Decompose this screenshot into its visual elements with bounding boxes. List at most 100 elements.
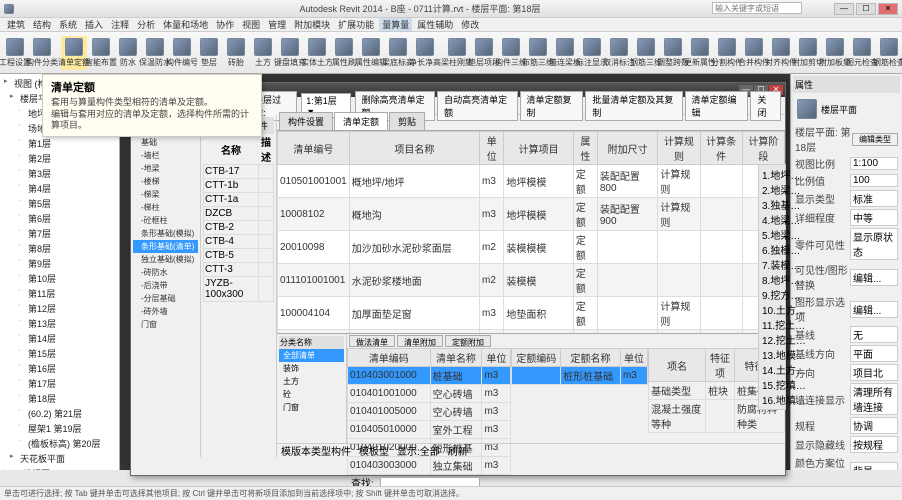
footer-item[interactable]: 模版本类型构件: [281, 443, 351, 458]
tab[interactable]: 构件设置: [279, 112, 333, 130]
ribbon-button[interactable]: 图元检查: [849, 36, 875, 70]
type-item[interactable]: -梯柱: [133, 201, 198, 214]
grid-row[interactable]: 100004104加厚面垫足窗m3地垫面积定额计算规则: [278, 297, 785, 330]
grid-row[interactable]: 010401005000空心砖墙m3: [348, 403, 511, 421]
stage-item[interactable]: 3.独基…: [761, 197, 783, 212]
stage-item[interactable]: 2.地梁…: [761, 182, 783, 197]
menu-tab[interactable]: 协作: [213, 18, 237, 31]
menu-tab[interactable]: 系统: [56, 18, 80, 31]
tree-node[interactable]: 第16层: [2, 361, 117, 376]
grid-row[interactable]: 010403001000桩基础m3: [348, 367, 511, 385]
ribbon-button[interactable]: 构件编号: [169, 36, 195, 70]
tree-node[interactable]: 第2层: [2, 151, 117, 166]
sub-tab[interactable]: 定额附加: [445, 335, 491, 347]
menu-tab[interactable]: 量算量: [379, 18, 412, 31]
ribbon-button[interactable]: 净长净高: [412, 36, 438, 70]
menu-tab[interactable]: 视图: [239, 18, 263, 31]
list-row[interactable]: JYZB-100x300: [204, 277, 274, 302]
type-item[interactable]: 门窗: [133, 318, 198, 331]
ribbon-button[interactable]: 钢筋三维: [633, 36, 659, 70]
category-item[interactable]: 砼: [279, 388, 344, 401]
grid-row[interactable]: 20010098加沙加砂水泥砂浆面层m2装模模模定额: [278, 231, 785, 264]
tree-node[interactable]: 第5层: [2, 196, 117, 211]
grid-row[interactable]: 011101001001水泥砂浆楼地面m2装模模定额: [278, 264, 785, 297]
ribbon-button[interactable]: 防水: [115, 36, 141, 70]
property-row[interactable]: 方向项目北: [793, 363, 900, 382]
type-item[interactable]: -墙栏: [133, 149, 198, 162]
property-row[interactable]: 墙连接显示清理所有墙连接: [793, 382, 900, 416]
property-row[interactable]: 显示隐藏线按规程: [793, 435, 900, 454]
stage-item[interactable]: 12.挖土…: [761, 332, 783, 347]
stage-item[interactable]: 13.地模…: [761, 347, 783, 362]
ribbon-button[interactable]: 钢筋检查: [876, 36, 902, 70]
stage-item[interactable]: 11.挖土…: [761, 317, 783, 332]
ribbon-button[interactable]: 附加剪切: [795, 36, 821, 70]
property-row[interactable]: 视图比例1:100: [793, 155, 900, 172]
tree-node[interactable]: 第6层: [2, 211, 117, 226]
ribbon-button[interactable]: 清单定额: [61, 36, 87, 70]
tab[interactable]: 清单定额: [334, 112, 388, 130]
menu-tab[interactable]: 体量和场地: [160, 18, 211, 31]
ribbon-button[interactable]: 保温防水: [142, 36, 168, 70]
ribbon-button[interactable]: 标注显示: [579, 36, 605, 70]
ribbon-button[interactable]: 对齐构件: [768, 36, 794, 70]
ribbon-button[interactable]: 键盘填充: [277, 36, 303, 70]
tree-node[interactable]: 第1层: [2, 136, 117, 151]
type-item[interactable]: 条形基础(清单): [133, 240, 198, 253]
menu-tab[interactable]: 管理: [265, 18, 289, 31]
category-panel[interactable]: 分类名称全部清单装饰土方砼门窗: [277, 334, 347, 443]
type-item[interactable]: -楼梯: [133, 175, 198, 188]
ribbon-button[interactable]: 土方: [250, 36, 276, 70]
type-item[interactable]: 独立基础(模拟): [133, 253, 198, 266]
stage-item[interactable]: 15.挖填…: [761, 377, 783, 392]
tree-node[interactable]: 屋架1 第19层: [2, 421, 117, 436]
menu-tab[interactable]: 附加模块: [291, 18, 333, 31]
category-item[interactable]: 门窗: [279, 401, 344, 414]
ribbon-button[interactable]: 合并构件: [741, 36, 767, 70]
property-row[interactable]: 详细程度中等: [793, 208, 900, 227]
ribbon-button[interactable]: 梁底标高: [385, 36, 411, 70]
stage-item[interactable]: 16.地填…: [761, 392, 783, 407]
minimize-button[interactable]: —: [834, 3, 854, 15]
ribbon-button[interactable]: 垫层项段: [471, 36, 497, 70]
menu-tab[interactable]: 插入: [82, 18, 106, 31]
type-item[interactable]: -后浇带: [133, 279, 198, 292]
property-row[interactable]: 可见性/图形替换编辑...: [793, 261, 900, 293]
property-row[interactable]: 零件可见性显示原状态: [793, 227, 900, 261]
category-item[interactable]: 装饰: [279, 362, 344, 375]
menu-tab[interactable]: 建筑: [4, 18, 28, 31]
menu-tab[interactable]: 扩展功能: [335, 18, 377, 31]
tree-node[interactable]: 天花板平面: [2, 451, 117, 466]
main-grid[interactable]: 清单编号项目名称单位计算项目属性附加尺寸计算规则计算条件计算阶段01050100…: [277, 131, 785, 333]
tree-node[interactable]: (60.2) 第21层: [2, 406, 117, 421]
ribbon-button[interactable]: 工程设置: [2, 36, 28, 70]
category-item[interactable]: 土方: [279, 375, 344, 388]
ribbon-button[interactable]: 调整跨数: [660, 36, 686, 70]
ribbon-button[interactable]: 属性编辑: [358, 36, 384, 70]
tree-node[interactable]: 第3层: [2, 166, 117, 181]
ribbon-button[interactable]: 构件分类: [29, 36, 55, 70]
tree-node[interactable]: 第12层: [2, 301, 117, 316]
tree-node[interactable]: 第4层: [2, 181, 117, 196]
calc-stage-list[interactable]: 1.地坪…2.地梁…3.独基…4.地梁…5.地梁…6.独模…7.装模…8.地坪……: [758, 164, 786, 410]
list-row[interactable]: DZCB: [204, 207, 274, 221]
list-row[interactable]: CTT-1a: [204, 193, 274, 207]
stage-item[interactable]: 9.挖方…: [761, 287, 783, 302]
property-row[interactable]: 基线无: [793, 325, 900, 344]
tree-node[interactable]: (檐板标高) 第20层: [2, 436, 117, 451]
ribbon-button[interactable]: 取消标注: [606, 36, 632, 70]
grid-row[interactable]: 010405010000室外工程m3: [348, 421, 511, 439]
menu-tab[interactable]: 结构: [30, 18, 54, 31]
ribbon-button[interactable]: 分割构件: [714, 36, 740, 70]
ribbon-button[interactable]: 梁柱刚集: [444, 36, 470, 70]
sub-tab[interactable]: 做法清单: [349, 335, 395, 347]
menu-tab[interactable]: 分析: [134, 18, 158, 31]
tree-node[interactable]: 第7层: [2, 226, 117, 241]
type-item[interactable]: -砼框柱: [133, 214, 198, 227]
stage-item[interactable]: 14.土方…: [761, 362, 783, 377]
component-type-panel[interactable]: 构件类型基础-墙栏-地梁-楼梯-梯梁-梯柱-砼框柱条形基础(模拟)条形基础(清单…: [131, 115, 201, 457]
property-row[interactable]: 显示类型标准: [793, 189, 900, 208]
stage-item[interactable]: 1.地坪…: [761, 167, 783, 182]
list-row[interactable]: CTB-2: [204, 221, 274, 235]
close-button[interactable]: ✕: [878, 3, 898, 15]
